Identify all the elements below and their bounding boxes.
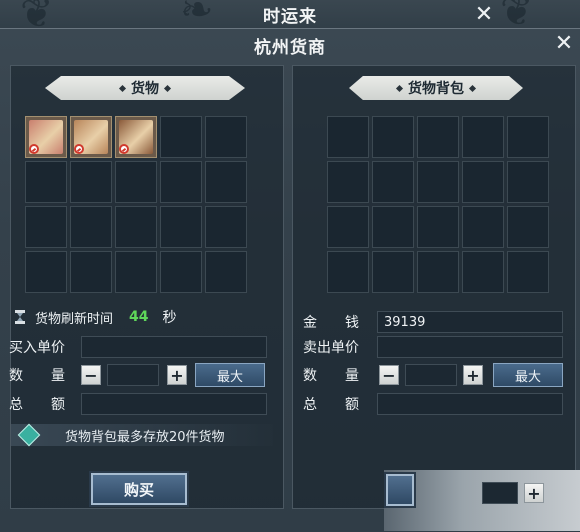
sell-minus-button[interactable]: − bbox=[379, 365, 399, 385]
inventory-slot[interactable] bbox=[327, 206, 369, 248]
overlay-plus-button[interactable]: + bbox=[524, 483, 544, 503]
inventory-slot[interactable] bbox=[462, 161, 504, 203]
ornament-icon bbox=[395, 84, 404, 92]
inventory-slot[interactable] bbox=[205, 206, 247, 248]
sell-max-button[interactable]: 最大 bbox=[493, 363, 563, 387]
goods-slot-filled[interactable] bbox=[115, 116, 157, 158]
bag-panel: 货物背包 金 钱 39139 卖出单价 数 量 − + 最大 总 额 bbox=[292, 65, 576, 509]
sell-price-field bbox=[377, 336, 563, 358]
sell-quantity-label: 数 量 bbox=[303, 368, 359, 384]
refresh-label: 货物刷新时间 bbox=[35, 311, 114, 327]
buy-button[interactable]: 购买 bbox=[91, 473, 187, 505]
inventory-slot[interactable] bbox=[70, 206, 112, 248]
inventory-slot[interactable] bbox=[160, 116, 202, 158]
buy-price-field bbox=[81, 336, 267, 358]
inventory-slot[interactable] bbox=[507, 161, 549, 203]
dialog-close-icon[interactable]: ✕ bbox=[552, 31, 576, 56]
capacity-notice: 货物背包最多存放20件货物 bbox=[11, 423, 273, 447]
buy-total-field bbox=[81, 393, 267, 415]
sell-plus-button[interactable]: + bbox=[463, 365, 483, 385]
inventory-slot[interactable] bbox=[417, 116, 459, 158]
no-entry-icon bbox=[74, 144, 84, 154]
refresh-seconds: 44 bbox=[129, 309, 149, 325]
goods-grid bbox=[25, 116, 247, 293]
hourglass-icon bbox=[15, 310, 25, 324]
buy-quantity-input[interactable] bbox=[107, 364, 159, 386]
inventory-slot[interactable] bbox=[462, 116, 504, 158]
buy-price-label: 买入单价 bbox=[9, 340, 65, 356]
inventory-slot[interactable] bbox=[70, 251, 112, 293]
inventory-slot[interactable] bbox=[115, 251, 157, 293]
inventory-slot[interactable] bbox=[372, 116, 414, 158]
inventory-slot[interactable] bbox=[462, 251, 504, 293]
sell-quantity-input[interactable] bbox=[405, 364, 457, 386]
goods-panel: 货物 货物刷新时间 44 秒 买入单价 数 量 − + 最大 总 额 货物背包最… bbox=[9, 65, 284, 509]
inventory-slot[interactable] bbox=[507, 116, 549, 158]
inventory-slot[interactable] bbox=[417, 251, 459, 293]
bag-grid bbox=[327, 116, 549, 293]
sell-total-label: 总 额 bbox=[303, 397, 359, 413]
inventory-slot[interactable] bbox=[507, 206, 549, 248]
money-label: 金 钱 bbox=[303, 315, 359, 331]
buy-total-label: 总 额 bbox=[9, 397, 65, 413]
inventory-slot[interactable] bbox=[205, 116, 247, 158]
inventory-slot[interactable] bbox=[417, 161, 459, 203]
ornament-icon bbox=[118, 84, 127, 92]
sell-total-field bbox=[377, 393, 563, 415]
info-diamond-icon bbox=[17, 423, 41, 447]
inventory-slot[interactable] bbox=[160, 161, 202, 203]
merchant-dialog: 杭州货商 ✕ 货物 货物刷新时间 44 秒 买入单价 数 量 − + 最大 总 … bbox=[0, 28, 580, 532]
ornament-icon bbox=[163, 84, 172, 92]
goods-slot-filled[interactable] bbox=[25, 116, 67, 158]
goods-header-label: 货物 bbox=[131, 81, 159, 97]
inventory-slot[interactable] bbox=[372, 161, 414, 203]
inventory-slot[interactable] bbox=[372, 206, 414, 248]
inventory-slot[interactable] bbox=[25, 251, 67, 293]
overlay-quantity-field[interactable] bbox=[482, 482, 518, 504]
ornament-icon bbox=[468, 84, 477, 92]
inventory-slot[interactable] bbox=[327, 161, 369, 203]
capacity-notice-text: 货物背包最多存放20件货物 bbox=[65, 429, 225, 445]
window-close-icon[interactable]: ✕ bbox=[472, 2, 496, 27]
buy-plus-button[interactable]: + bbox=[167, 365, 187, 385]
refresh-row: 货物刷新时间 44 秒 bbox=[15, 306, 177, 328]
inventory-slot[interactable] bbox=[372, 251, 414, 293]
inventory-slot[interactable] bbox=[462, 206, 504, 248]
inventory-slot[interactable] bbox=[417, 206, 459, 248]
inventory-slot[interactable] bbox=[507, 251, 549, 293]
buy-minus-button[interactable]: − bbox=[81, 365, 101, 385]
inventory-slot[interactable] bbox=[115, 206, 157, 248]
inventory-slot[interactable] bbox=[205, 251, 247, 293]
inventory-slot[interactable] bbox=[25, 206, 67, 248]
inventory-slot[interactable] bbox=[25, 161, 67, 203]
buy-max-button[interactable]: 最大 bbox=[195, 363, 265, 387]
dialog-title: 杭州货商 bbox=[254, 38, 326, 58]
inventory-slot[interactable] bbox=[70, 161, 112, 203]
bag-header: 货物背包 bbox=[349, 76, 523, 100]
inventory-slot[interactable] bbox=[160, 251, 202, 293]
goods-slot-filled[interactable] bbox=[70, 116, 112, 158]
buy-quantity-label: 数 量 bbox=[9, 368, 65, 384]
refresh-unit: 秒 bbox=[162, 310, 177, 326]
inventory-slot[interactable] bbox=[327, 251, 369, 293]
inventory-slot[interactable] bbox=[160, 206, 202, 248]
inventory-slot[interactable] bbox=[115, 161, 157, 203]
no-entry-icon bbox=[119, 144, 129, 154]
no-entry-icon bbox=[29, 144, 39, 154]
bag-header-label: 货物背包 bbox=[408, 81, 464, 97]
money-field: 39139 bbox=[377, 311, 563, 333]
sell-button-partial[interactable] bbox=[386, 474, 414, 506]
inventory-slot[interactable] bbox=[205, 161, 247, 203]
goods-header: 货物 bbox=[45, 76, 245, 100]
inventory-slot[interactable] bbox=[327, 116, 369, 158]
sell-price-label: 卖出单价 bbox=[303, 340, 359, 356]
